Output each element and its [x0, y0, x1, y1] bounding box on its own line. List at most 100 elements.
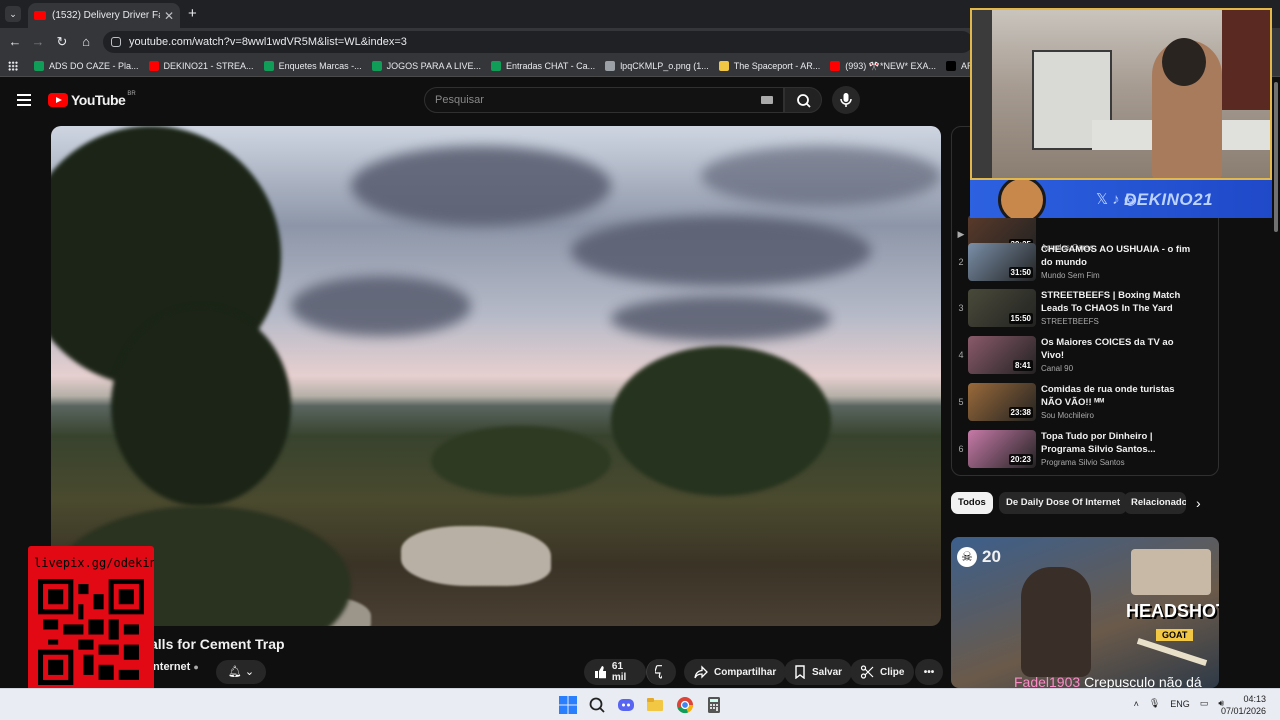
bookmark-favicon-icon: [490, 61, 501, 71]
language-indicator[interactable]: ENG: [1170, 699, 1190, 709]
bookmark-item[interactable]: Entradas CHAT - Ca...: [490, 61, 595, 71]
channel-name[interactable]: Internet ●: [150, 661, 199, 673]
recommended-video-thumbnail[interactable]: ☠ 20 HEADSHOT GOAT: [951, 537, 1219, 688]
bookmark-item[interactable]: DEKINO21 - STREA...: [148, 61, 254, 71]
channel-name-text: Internet: [150, 661, 191, 673]
playlist-item[interactable]: 4 8:41 Os Maiores COICES da TV ao Vivo! Can…: [952, 336, 1218, 380]
playlist-thumbnail[interactable]: 8:41: [968, 336, 1036, 374]
playlist-item-title[interactable]: Os Maiores COICES da TV ao Vivo!: [1041, 336, 1191, 362]
search-input[interactable]: Pesquisar: [424, 87, 784, 113]
system-tray: ˄ 🎙︎ ENG ▭ 🔊︎: [1124, 698, 1224, 709]
playlist-index: 4: [958, 350, 964, 360]
reload-icon[interactable]: ↻: [53, 33, 71, 51]
tab-search-menu-icon[interactable]: ⌄: [5, 6, 21, 22]
address-bar[interactable]: youtube.com/watch?v=8wwl1wdVR5M&list=WL&…: [103, 31, 973, 53]
mic-tray-icon[interactable]: 🎙︎: [1149, 698, 1160, 709]
bookmark-label: JOGOS PARA A LIVE...: [386, 61, 481, 71]
chip-daily-dose[interactable]: De Daily Dose Of Internet: [999, 492, 1128, 514]
playlist-item-title[interactable]: Topa Tudo por Dinheiro | Programa Silvio…: [1041, 430, 1191, 456]
windows-taskbar: ˄ 🎙︎ ENG ▭ 🔊︎ 04:13 07/01/2026: [0, 688, 1280, 720]
playlist-item-channel[interactable]: STREETBEEFS: [1041, 317, 1099, 326]
bookmark-favicon-icon: [148, 61, 159, 71]
youtube-favicon-icon: [34, 11, 46, 20]
site-info-icon[interactable]: [111, 37, 121, 47]
clock[interactable]: 04:13 07/01/2026: [1221, 693, 1266, 717]
network-icon[interactable]: ▭: [1200, 698, 1209, 709]
bookmark-favicon-icon: [830, 61, 841, 71]
playlist-thumbnail[interactable]: 15:50: [968, 289, 1036, 327]
kill-count: 20: [982, 547, 1001, 566]
bookmark-favicon-icon: [263, 61, 274, 71]
video-duration: 20:23: [1008, 454, 1033, 465]
playlist-item-channel[interactable]: Mundo Sem Fim: [1041, 271, 1100, 280]
save-label: Salvar: [812, 666, 843, 678]
playlist-item-channel[interactable]: Programa Silvio Santos: [1041, 458, 1125, 467]
windows-start-icon[interactable]: [558, 695, 578, 715]
playlist-item-title[interactable]: CHEGAMOS AO USHUAIA - o fim do mundo: [1041, 243, 1191, 269]
save-button[interactable]: Salvar: [784, 659, 853, 685]
bookmark-favicon-icon: [34, 61, 44, 71]
bookmark-icon: [795, 665, 805, 679]
chevron-up-icon[interactable]: ˄: [1134, 699, 1139, 709]
chrome-icon[interactable]: [675, 695, 695, 715]
bookmark-label: lpqCKMLP_o.png (1...: [620, 61, 709, 71]
video-duration: 15:50: [1008, 313, 1033, 324]
page-scrollbar[interactable]: [1272, 78, 1280, 688]
dislike-button[interactable]: [646, 659, 676, 685]
video-title: alls for Cement Trap: [150, 636, 285, 652]
playlist-item[interactable]: 2 31:50 CHEGAMOS AO USHUAIA - o fim do mun…: [952, 243, 1218, 287]
chip-relacionados[interactable]: Relacionado: [1124, 492, 1186, 514]
browser-tab-active[interactable]: (1532) Delivery Driver Falls for C ✕: [28, 3, 180, 28]
share-label: Compartilhar: [714, 666, 777, 678]
back-icon[interactable]: ←: [6, 33, 24, 51]
donation-qr-panel: livepix.gg/odekin: [28, 546, 154, 696]
mascot-avatar: [998, 180, 1046, 218]
clip-button[interactable]: Clipe: [850, 659, 915, 685]
bookmark-item[interactable]: Enquetes Marcas -...: [263, 61, 362, 71]
webcam-overlay: [970, 8, 1272, 180]
discord-icon[interactable]: [616, 695, 636, 715]
bookmark-item[interactable]: The Spaceport - AR...: [718, 61, 820, 71]
voice-search-button[interactable]: [832, 86, 860, 114]
playlist-thumbnail[interactable]: 31:50: [968, 243, 1036, 281]
playlist-thumbnail[interactable]: 23:38: [968, 383, 1036, 421]
chevron-right-icon[interactable]: ›: [1196, 495, 1201, 511]
playlist-thumbnail[interactable]: 20:23: [968, 430, 1036, 468]
calculator-icon[interactable]: [704, 695, 724, 715]
file-explorer-icon[interactable]: [645, 695, 665, 715]
search-taskbar-icon[interactable]: [587, 695, 607, 715]
playlist-item[interactable]: 6 20:23 Topa Tudo por Dinheiro | Programa …: [952, 430, 1218, 474]
microphone-icon: [840, 93, 852, 107]
new-tab-button[interactable]: +: [188, 5, 197, 22]
skull-icon: ☠: [957, 547, 977, 567]
youtube-logo[interactable]: YouTube BR: [48, 91, 136, 108]
bookmark-item[interactable]: JOGOS PARA A LIVE...: [371, 61, 481, 71]
keyboard-icon[interactable]: [761, 96, 773, 104]
playlist-item-title[interactable]: STREETBEEFS | Boxing Match Leads To CHAO…: [1041, 289, 1191, 315]
chip-todos[interactable]: Todos: [951, 492, 993, 514]
home-icon[interactable]: ⌂: [77, 33, 95, 51]
more-actions-button[interactable]: •••: [915, 659, 943, 685]
forward-icon[interactable]: →: [29, 33, 47, 51]
playlist-item[interactable]: 3 15:50 STREETBEEFS | Boxing Match Leads T…: [952, 289, 1218, 333]
apps-grid-icon[interactable]: [8, 61, 18, 71]
menu-icon[interactable]: [17, 94, 31, 106]
like-count: 61 mil: [611, 661, 627, 683]
bookmark-item[interactable]: ADS DO CAZE - Pla...: [34, 61, 139, 71]
bookmark-item[interactable]: lpqCKMLP_o.png (1...: [605, 61, 709, 71]
playlist-item-channel[interactable]: Sou Mochileiro: [1041, 411, 1094, 420]
playlist-item-channel[interactable]: Canal 90: [1041, 364, 1073, 373]
playlist-item-title[interactable]: Comidas de rua onde turistas NÃO VÃO!! ᴹ…: [1041, 383, 1191, 409]
bookmark-label: DEKINO21 - STREA...: [163, 61, 254, 71]
video-player[interactable]: [51, 126, 941, 626]
search-button[interactable]: [784, 87, 822, 113]
tab-close-icon[interactable]: ✕: [164, 9, 174, 23]
streamer-cam: [1131, 549, 1211, 595]
notification-bell-button[interactable]: 🔔︎ ⌄: [216, 660, 266, 684]
goat-label: GOAT: [1156, 629, 1194, 641]
share-button[interactable]: Compartilhar: [684, 659, 787, 685]
bookmark-item[interactable]: (993) 🎌*NEW* EXA...: [830, 61, 936, 72]
search-icon: [797, 94, 811, 108]
like-button[interactable]: 61 mil: [584, 659, 646, 685]
playlist-item[interactable]: 5 23:38 Comidas de rua onde turistas NÃO V…: [952, 383, 1218, 427]
